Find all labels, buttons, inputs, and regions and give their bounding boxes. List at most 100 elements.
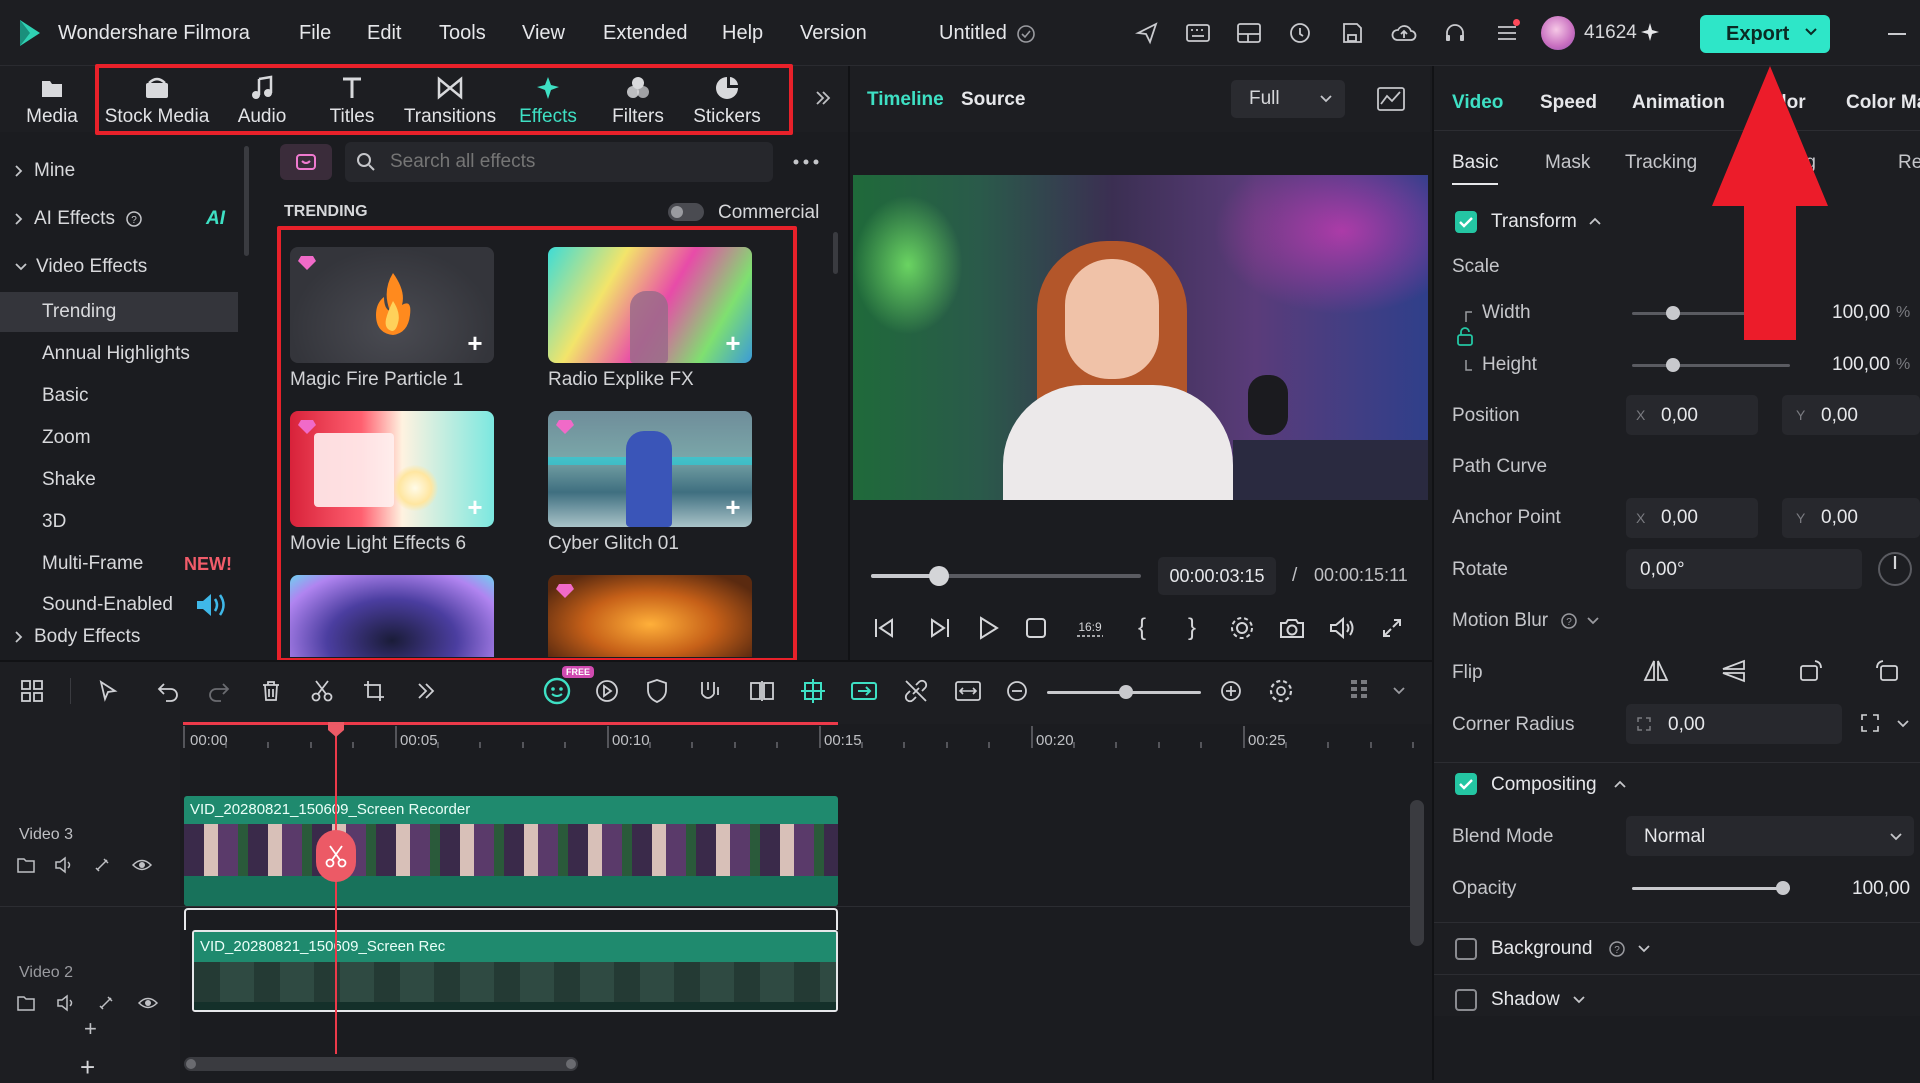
project-title[interactable]: Untitled xyxy=(939,22,1007,45)
subtab-tracking[interactable]: Tracking xyxy=(1625,152,1697,174)
add-track-plus-icon[interactable]: + xyxy=(84,1016,97,1042)
fit-timeline-icon[interactable] xyxy=(951,674,985,708)
auto-ripple-icon[interactable] xyxy=(847,674,881,708)
grid-layout-icon[interactable] xyxy=(15,674,49,708)
prop-tab-speed[interactable]: Speed xyxy=(1540,92,1597,114)
tab-media[interactable]: Media xyxy=(2,74,102,128)
aspect-ratio-icon[interactable]: 16:9 xyxy=(1074,612,1106,644)
video-preview[interactable] xyxy=(853,175,1428,500)
select-cursor-icon[interactable] xyxy=(92,674,126,708)
corner-radius-field[interactable] xyxy=(1626,704,1842,744)
prop-tab-animation[interactable]: Animation xyxy=(1632,92,1725,114)
link-icon[interactable] xyxy=(899,674,933,708)
track-lock-icon[interactable] xyxy=(93,856,113,874)
save-icon[interactable] xyxy=(1335,16,1369,50)
minimize-icon[interactable] xyxy=(1888,33,1906,35)
undo-icon[interactable] xyxy=(151,674,185,708)
height-slider[interactable] xyxy=(1632,358,1790,372)
mark-out-icon[interactable]: } xyxy=(1176,612,1208,644)
menu-edit[interactable]: Edit xyxy=(367,22,401,45)
rotate-dial-icon[interactable] xyxy=(1876,550,1914,588)
zoom-in-icon[interactable] xyxy=(1214,674,1248,708)
next-frame-icon[interactable] xyxy=(924,612,956,644)
rotate-right-icon[interactable] xyxy=(1873,658,1901,684)
audio-stretch-icon[interactable] xyxy=(693,674,727,708)
nav-item-zoom[interactable]: Zoom xyxy=(0,418,238,458)
flip-vertical-icon[interactable] xyxy=(1720,658,1748,684)
video-clip-video-2[interactable]: VID_20280821_150609_Screen Rec xyxy=(192,930,838,1012)
prev-frame-icon[interactable] xyxy=(868,612,900,644)
chevron-down-icon[interactable] xyxy=(1382,674,1416,708)
snap-magnet-icon[interactable] xyxy=(796,674,830,708)
position-y-value[interactable]: 0,00 xyxy=(1821,405,1858,427)
more-chevrons-icon[interactable] xyxy=(814,89,832,107)
ai-face-icon[interactable] xyxy=(540,674,574,708)
anchor-y-value[interactable]: 0,00 xyxy=(1821,507,1858,529)
delete-icon[interactable] xyxy=(254,674,288,708)
prop-tab-video[interactable]: Video xyxy=(1452,92,1503,114)
stop-icon[interactable] xyxy=(1020,612,1052,644)
nav-item-basic[interactable]: Basic xyxy=(0,376,238,416)
timeline-horizontal-scrollbar[interactable] xyxy=(184,1057,578,1071)
track-eye-icon[interactable] xyxy=(137,994,159,1012)
chevron-down-icon[interactable] xyxy=(1572,995,1586,1005)
tab-timeline[interactable]: Timeline xyxy=(867,89,944,111)
zoom-out-icon[interactable] xyxy=(1000,674,1034,708)
help-circle-icon[interactable]: ? xyxy=(1608,940,1626,958)
send-icon[interactable] xyxy=(1130,16,1164,50)
cloud-upload-icon[interactable] xyxy=(1387,16,1421,50)
chevron-up-icon[interactable] xyxy=(1613,779,1627,789)
lock-icon[interactable] xyxy=(1456,326,1474,346)
anchor-x-value[interactable]: 0,00 xyxy=(1661,507,1698,529)
chevron-down-icon[interactable] xyxy=(1637,944,1651,954)
timeline-settings-gear-icon[interactable] xyxy=(1264,674,1298,708)
nav-video-effects[interactable]: Video Effects xyxy=(0,247,238,287)
play-icon[interactable] xyxy=(972,612,1004,644)
rotate-left-icon[interactable] xyxy=(1797,658,1825,684)
snapshot-camera-icon[interactable] xyxy=(1276,612,1308,644)
headset-icon[interactable] xyxy=(1438,16,1472,50)
help-chat-icon[interactable] xyxy=(1283,16,1317,50)
menu-version[interactable]: Version xyxy=(800,22,867,45)
background-checkbox[interactable] xyxy=(1455,938,1477,960)
mask-shield-icon[interactable] xyxy=(640,674,674,708)
compositing-checkbox[interactable] xyxy=(1455,773,1477,795)
timeline-vertical-scrollbar[interactable] xyxy=(1410,800,1424,946)
nav-item-3d[interactable]: 3D xyxy=(0,502,238,542)
nav-body-effects[interactable]: Body Effects xyxy=(0,617,238,657)
timeline-zoom-slider[interactable] xyxy=(1047,685,1201,699)
mark-in-icon[interactable]: { xyxy=(1126,612,1158,644)
track-eye-icon[interactable] xyxy=(131,856,153,874)
chevron-down-icon[interactable] xyxy=(1889,832,1903,842)
menu-list-icon[interactable] xyxy=(1490,16,1524,50)
split-screen-icon[interactable] xyxy=(745,674,779,708)
scopes-icon[interactable] xyxy=(1376,86,1406,112)
help-circle-icon[interactable]: ? xyxy=(1560,612,1578,630)
search-input[interactable] xyxy=(390,146,760,178)
transform-checkbox[interactable] xyxy=(1455,211,1477,233)
prop-tab-color-match[interactable]: Color Ma xyxy=(1846,92,1920,114)
track-lock-icon[interactable] xyxy=(97,994,117,1012)
corner-radius-value[interactable]: 0,00 xyxy=(1668,714,1705,736)
width-value[interactable]: 100,00 xyxy=(1832,302,1890,324)
favorites-button[interactable] xyxy=(280,144,332,180)
layout-icon[interactable] xyxy=(1232,16,1266,50)
add-track-button[interactable]: + xyxy=(80,1052,95,1083)
grid-dots-icon[interactable] xyxy=(1342,674,1376,708)
fullscreen-icon[interactable] xyxy=(1376,612,1408,644)
zoom-select[interactable]: Full xyxy=(1231,80,1345,118)
rotate-value[interactable]: 0,00° xyxy=(1640,559,1685,581)
more-tools-icon[interactable] xyxy=(409,674,443,708)
redo-icon[interactable] xyxy=(202,674,236,708)
track-mute-icon[interactable] xyxy=(56,994,76,1012)
preview-progress-track[interactable] xyxy=(871,566,1141,586)
position-x-value[interactable]: 0,00 xyxy=(1661,405,1698,427)
volume-icon[interactable] xyxy=(1326,612,1358,644)
flip-horizontal-icon[interactable] xyxy=(1642,658,1670,684)
render-settings-icon[interactable] xyxy=(1226,612,1258,644)
menu-file[interactable]: File xyxy=(299,22,331,45)
commercial-toggle[interactable] xyxy=(668,203,704,221)
shadow-checkbox[interactable] xyxy=(1455,989,1477,1011)
track-folder-icon[interactable] xyxy=(16,856,36,874)
more-options-icon[interactable] xyxy=(793,159,819,165)
